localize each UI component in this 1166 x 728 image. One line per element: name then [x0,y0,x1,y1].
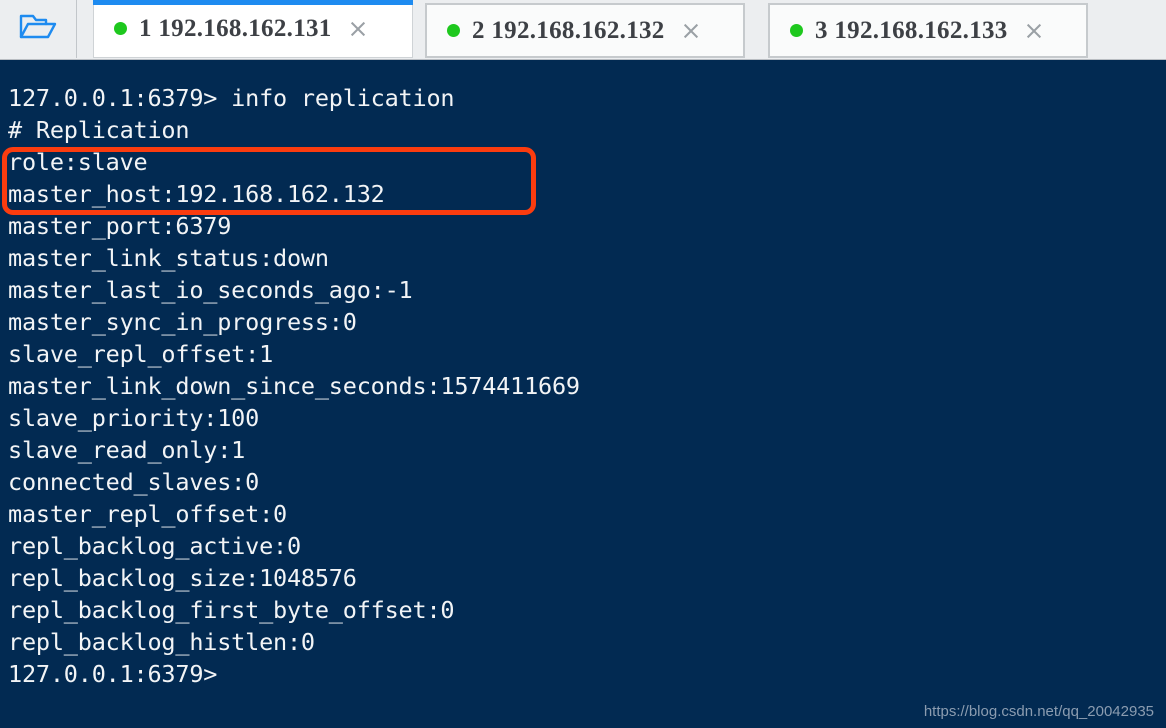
tab-status-dot-icon [114,22,127,35]
open-folder-button[interactable] [0,0,77,58]
tab-status-dot-icon [790,24,803,37]
tab-bar: 1 192.168.162.131 2 192.168.162.132 3 19… [0,0,1166,60]
tab-label: 1 192.168.162.131 [139,14,332,42]
terminal-output-pane[interactable]: 127.0.0.1:6379> info replication # Repli… [0,60,1166,728]
tab-status-dot-icon [447,24,460,37]
tab-192-168-162-131[interactable]: 1 192.168.162.131 [93,0,413,58]
tab-close-icon[interactable] [681,21,701,41]
tab-close-icon[interactable] [1024,21,1044,41]
watermark-text: https://blog.csdn.net/qq_20042935 [923,703,1154,720]
terminal-text: 127.0.0.1:6379> info replication # Repli… [8,84,580,688]
tab-close-icon[interactable] [348,19,368,39]
open-folder-icon [18,11,58,48]
active-tab-indicator [93,0,413,5]
tab-192-168-162-132[interactable]: 2 192.168.162.132 [425,3,745,58]
tab-label: 2 192.168.162.132 [472,16,665,44]
tab-label: 3 192.168.162.133 [815,16,1008,44]
tab-192-168-162-133[interactable]: 3 192.168.162.133 [768,3,1088,58]
